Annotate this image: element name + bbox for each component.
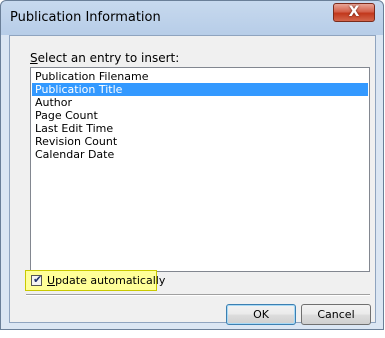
list-item[interactable]: Author	[32, 96, 368, 109]
dialog-title: Publication Information	[10, 10, 161, 25]
update-automatically-label[interactable]: Update automatically	[47, 274, 165, 287]
update-automatically-mnemonic: U	[47, 274, 56, 287]
ok-button[interactable]: OK	[226, 304, 296, 325]
close-button[interactable]: X	[333, 3, 375, 22]
select-entry-label: Select an entry to insert:	[30, 51, 179, 65]
update-automatically-checkbox[interactable]: ✔	[31, 273, 43, 286]
publication-information-dialog: Publication Information X Select an entr…	[0, 0, 384, 330]
list-item[interactable]: Publication Filename	[32, 70, 368, 83]
checkmark-icon: ✔	[33, 273, 43, 286]
list-item[interactable]: Page Count	[32, 109, 368, 122]
update-automatically-highlight: ✔ Update automatically	[25, 270, 165, 291]
list-item[interactable]: Revision Count	[32, 135, 368, 148]
button-separator	[26, 294, 370, 296]
list-item[interactable]: Calendar Date	[32, 148, 368, 161]
entry-list: Publication Filename Publication Title Aut…	[31, 68, 369, 161]
list-item[interactable]: Publication Title	[32, 83, 368, 96]
close-x-icon: X	[348, 4, 360, 20]
select-entry-label-rest: elect an entry to insert:	[37, 51, 180, 65]
entry-listbox[interactable]: Publication Filename Publication Title Aut…	[30, 67, 370, 272]
title-bar[interactable]: Publication Information X	[1, 1, 383, 35]
list-item[interactable]: Last Edit Time	[32, 122, 368, 135]
cancel-button[interactable]: Cancel	[301, 304, 371, 325]
select-entry-mnemonic: S	[30, 51, 38, 65]
dialog-client-area: Select an entry to insert: Publication F…	[9, 35, 376, 325]
update-automatically-label-rest: pdate automatically	[55, 274, 166, 287]
